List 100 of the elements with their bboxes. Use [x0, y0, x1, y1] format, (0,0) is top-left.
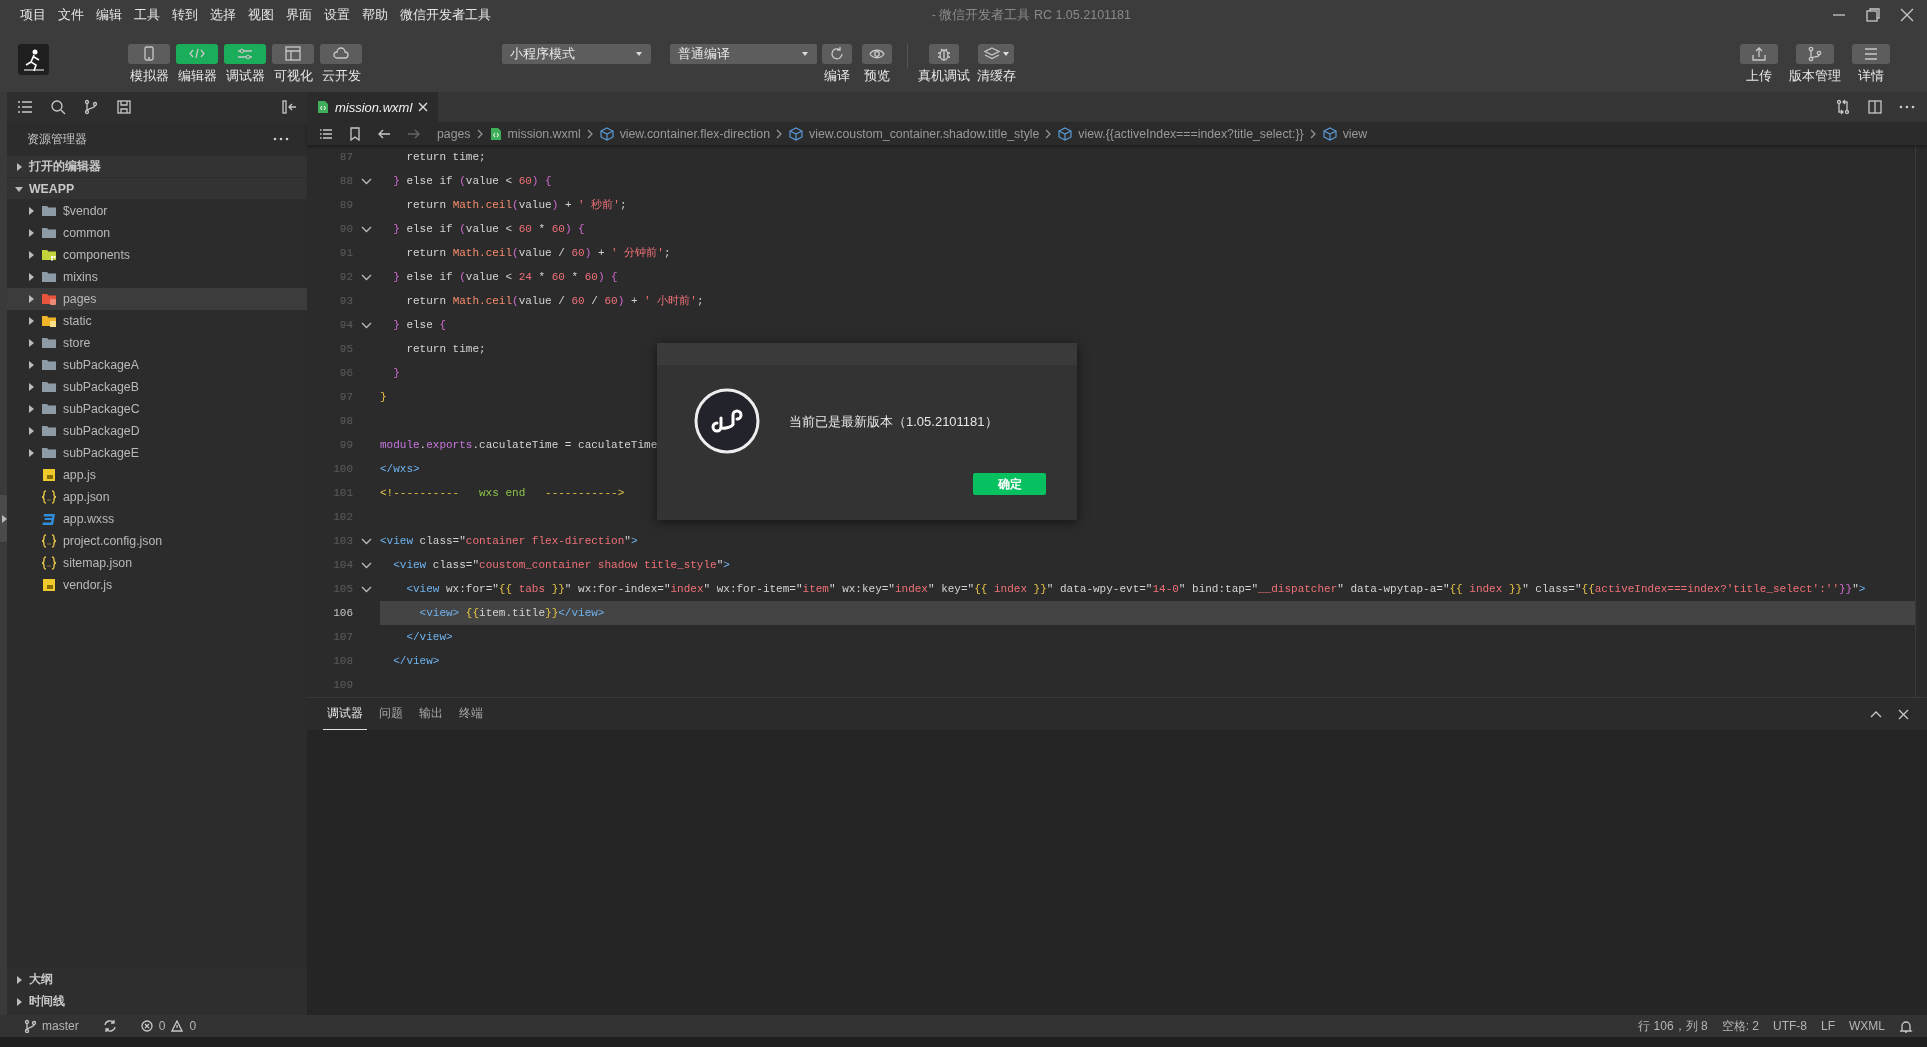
panel-toggle-handle[interactable]	[0, 495, 7, 542]
breadcrumb-item[interactable]: view	[1342, 126, 1368, 141]
menu-item[interactable]: 文件	[52, 6, 90, 24]
menu-item[interactable]: 选择	[204, 6, 242, 24]
status-item[interactable]: WXML	[1849, 1019, 1885, 1033]
restore-icon[interactable]	[1865, 7, 1881, 23]
toolbar-button[interactable]	[929, 44, 959, 64]
branch-name[interactable]: master	[42, 1019, 79, 1033]
close-icon[interactable]	[1898, 708, 1909, 720]
fold-chevron-icon[interactable]	[361, 585, 372, 593]
collapse-panel-icon[interactable]	[281, 99, 297, 115]
more-icon[interactable]	[1899, 105, 1915, 109]
toolbar-button[interactable]	[1796, 44, 1834, 64]
list-icon[interactable]	[319, 126, 333, 141]
panel-tab[interactable]: 输出	[415, 698, 447, 730]
panel-tab[interactable]: 终端	[455, 698, 487, 730]
warning-count[interactable]: 0	[189, 1019, 197, 1033]
panel-tab[interactable]: 问题	[375, 698, 407, 730]
section-header[interactable]: WEAPP	[7, 178, 307, 199]
tree-item[interactable]: common	[7, 222, 307, 244]
sync-icon[interactable]	[102, 1019, 117, 1033]
code-line: module.exports.caculateTime = caculateTime	[380, 438, 658, 453]
view-toggle-button[interactable]	[224, 44, 266, 64]
view-toggle-button[interactable]	[176, 44, 218, 64]
more-button[interactable]	[273, 137, 289, 141]
view-toggle-button[interactable]	[272, 44, 314, 64]
tree-item[interactable]: mixins	[7, 266, 307, 288]
menu-item[interactable]: 视图	[242, 6, 280, 24]
breadcrumb-item[interactable]: pages	[437, 126, 471, 141]
toolbar-button[interactable]	[862, 44, 892, 64]
menu-item[interactable]: 工具	[128, 6, 166, 24]
toolbar-button[interactable]	[978, 44, 1014, 64]
button-label: 模拟器	[129, 68, 169, 85]
fold-chevron-icon[interactable]	[361, 225, 372, 233]
close-icon[interactable]	[418, 102, 429, 112]
section-header[interactable]: 打开的编辑器	[7, 156, 307, 177]
editor-tab[interactable]: mission.wxml	[307, 92, 439, 122]
tree-item[interactable]: app.json	[7, 486, 307, 508]
tree-item[interactable]: pages	[7, 288, 307, 310]
tree-item[interactable]: vendor.js	[7, 574, 307, 596]
view-toggle-button[interactable]	[128, 44, 170, 64]
menu-item[interactable]: 项目	[14, 6, 52, 24]
chevron-up-icon[interactable]	[1870, 710, 1882, 718]
breadcrumb-item[interactable]: view.coustom_container.shadow.title_style	[809, 126, 1040, 141]
tree-item[interactable]: sitemap.json	[7, 552, 307, 574]
error-icon	[140, 1020, 153, 1032]
breadcrumb-item[interactable]: view.{{activeIndex===index?title_select:}}	[1078, 126, 1304, 141]
status-item[interactable]: UTF-8	[1773, 1019, 1807, 1033]
close-icon[interactable]	[1899, 7, 1915, 23]
split-editor-icon[interactable]	[1867, 99, 1883, 115]
menu-item[interactable]: 转到	[166, 6, 204, 24]
menu-item[interactable]: 微信开发者工具	[394, 6, 497, 24]
tree-item[interactable]: app.js	[7, 464, 307, 486]
tree-item[interactable]: subPackageB	[7, 376, 307, 398]
status-item[interactable]: 空格: 2	[1721, 1017, 1759, 1035]
mode-dropdown[interactable]: 小程序模式	[502, 44, 651, 64]
menu-item[interactable]: 帮助	[356, 6, 394, 24]
tree-item[interactable]: subPackageD	[7, 420, 307, 442]
list-icon[interactable]	[17, 99, 33, 115]
section-header[interactable]: 大纲	[7, 969, 307, 990]
search-icon[interactable]	[50, 99, 66, 115]
bell-icon[interactable]	[1899, 1019, 1913, 1033]
tree-item[interactable]: subPackageA	[7, 354, 307, 376]
panel-tab[interactable]: 调试器	[323, 698, 367, 730]
tree-item[interactable]: app.wxss	[7, 508, 307, 530]
tree-item[interactable]: store	[7, 332, 307, 354]
logo-icon[interactable]	[18, 44, 49, 75]
save-icon[interactable]	[116, 99, 132, 115]
menu-item[interactable]: 界面	[280, 6, 318, 24]
fold-chevron-icon[interactable]	[361, 561, 372, 569]
fold-chevron-icon[interactable]	[361, 177, 372, 185]
status-item[interactable]: LF	[1821, 1019, 1835, 1033]
bookmark-icon[interactable]	[349, 126, 361, 141]
tree-item[interactable]: $vendor	[7, 200, 307, 222]
status-item[interactable]: 行 106，列 8	[1638, 1017, 1708, 1035]
toolbar-button[interactable]	[1740, 44, 1778, 64]
tree-item[interactable]: components	[7, 244, 307, 266]
compare-icon[interactable]	[1835, 99, 1851, 115]
tree-item[interactable]: project.config.json	[7, 530, 307, 552]
button-label: 版本管理	[1789, 68, 1841, 85]
code-line: return Math.ceil(value / 60) + ' 分钟前';	[405, 246, 671, 261]
view-toggle-button[interactable]	[320, 44, 362, 64]
error-count[interactable]: 0	[158, 1019, 166, 1033]
section-header[interactable]: 时间线	[7, 991, 307, 1012]
fold-chevron-icon[interactable]	[361, 537, 372, 545]
tree-item[interactable]: subPackageC	[7, 398, 307, 420]
compile-dropdown[interactable]: 普通编译	[670, 44, 817, 64]
tree-item[interactable]: static	[7, 310, 307, 332]
js-file-icon	[41, 467, 57, 483]
toolbar-button[interactable]	[1852, 44, 1890, 64]
toolbar-button[interactable]	[822, 44, 852, 64]
breadcrumb-item[interactable]: mission.wxml	[507, 126, 581, 141]
fold-chevron-icon[interactable]	[361, 321, 372, 329]
button-label: 编译	[824, 68, 850, 85]
breadcrumb-item[interactable]: view.container.flex-direction	[619, 126, 770, 141]
tree-item[interactable]: subPackageE	[7, 442, 307, 464]
fold-chevron-icon[interactable]	[361, 273, 372, 281]
branch-icon[interactable]	[83, 99, 99, 115]
menu-item[interactable]: 设置	[318, 6, 356, 24]
menu-item[interactable]: 编辑	[90, 6, 128, 24]
